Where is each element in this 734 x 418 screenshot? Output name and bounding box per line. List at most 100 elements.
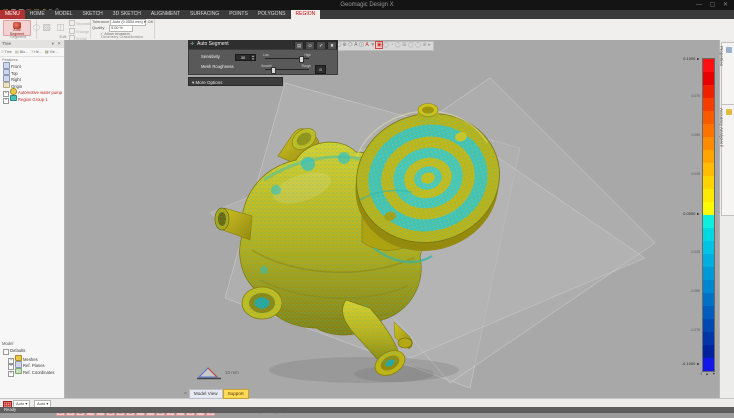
estimate-roughness-button[interactable]: ⊙ (315, 65, 326, 74)
ribbon-group-segment: Auto Segment ⬡ Segment (0, 19, 40, 39)
viewport[interactable] (64, 40, 719, 398)
legend-color-segment (703, 241, 714, 254)
properties-icon (726, 47, 732, 53)
ribbon-tab-bar: MENU HOME MODEL SKETCH 3D SKETCH ALIGNME… (0, 10, 734, 19)
tab-3d-sketch[interactable]: 3D SKETCH (108, 10, 146, 19)
legend-controls[interactable]: 1 ▲ ▼ (700, 372, 717, 376)
legend-tick: -0.075 (690, 328, 700, 332)
ribbon-group-geometry-classification: Tolerance Auto (0.0554 mm) ▾ OK Quality … (90, 19, 155, 39)
view-filter-button[interactable]: ▦ Vie... (43, 48, 59, 56)
tab-region[interactable]: REGION (290, 10, 321, 19)
tab-points[interactable]: POINTS (224, 10, 253, 19)
legend-color-segment (703, 150, 714, 163)
tolerance-ok-label: OK (147, 19, 154, 24)
legend-color-segment (703, 163, 714, 176)
tree-item-ref-coordinates[interactable]: + Ref. Coordinates (8, 367, 54, 377)
edit-group-label: Edit (59, 34, 67, 39)
view-more-icon[interactable]: ▸ (427, 42, 431, 48)
legend-color-segment (703, 319, 714, 332)
enlarge-icon (69, 27, 75, 34)
right-panel-tab-strip: Properties Accuracy Analyzer™ (719, 40, 734, 398)
legend-color-segment (703, 293, 714, 306)
more-options-expander[interactable]: ▾ More Options (188, 77, 283, 86)
quality-label: Quality (92, 25, 105, 30)
tab-accuracy-analyzer[interactable]: Accuracy Analyzer™ (719, 104, 734, 216)
window-controls[interactable]: — ▢ ✕ (696, 0, 731, 10)
tab-polygons[interactable]: POLYGONS (253, 10, 291, 19)
tab-home[interactable]: HOME (25, 10, 50, 19)
mesh-roughness-slider[interactable]: Smooth Rough (261, 64, 311, 74)
ribbon: Auto Segment ⬡ Segment ▧ ◫ Separate Enla… (0, 19, 734, 41)
tab-model[interactable]: MODEL (50, 10, 78, 19)
dialog-header[interactable]: ✛ Auto Segment ▤ ⊙ ✔ ✖ (188, 40, 338, 50)
expand-icon[interactable]: + (8, 370, 14, 377)
tab-menu[interactable]: MENU (0, 10, 25, 19)
legend-color-segment (703, 345, 714, 358)
window-title: Geomagic Design X (340, 2, 394, 8)
separate-button[interactable]: Separate (69, 20, 91, 28)
sensitivity-slider[interactable]: Low High (263, 53, 311, 63)
legend-color-segment (703, 59, 714, 72)
tab-surfacing[interactable]: SURFACING (185, 10, 224, 19)
viewport-toolbar: ⊗▱▢⊕⬡A◫A▼▣◯◔◯⊞◯◯⊕▸ (322, 41, 434, 51)
legend-color-segment (703, 358, 714, 371)
legend-color-segment (703, 202, 714, 215)
deviation-color-legend (702, 58, 715, 372)
left-panel: Tree ▾ ✕ ≡ Tree ▤ Blo... ? He... ▦ Vie..… (0, 40, 65, 398)
tree-item-region-group-1[interactable]: + Region Group 1 (3, 94, 48, 104)
sensitivity-spinner[interactable]: ▲ ▼ (250, 54, 256, 61)
slider-max-label: Rough (301, 64, 311, 68)
view-circle-icon[interactable]: ◯ (382, 42, 389, 48)
mesh-roughness-label: Mesh Roughness (201, 64, 234, 69)
mesh-roughness-slider-handle[interactable] (271, 66, 276, 74)
split-region-button[interactable]: ▧ (40, 21, 53, 34)
legend-tick: 0.050 (691, 133, 701, 137)
legend-color-segment (703, 124, 714, 137)
tree-filter-button[interactable]: ≡ Tree (0, 48, 14, 56)
viewport-3d-scene (209, 77, 656, 389)
legend-tick: -0.050 (690, 289, 700, 293)
legend-mid-label: 0.0000 ► (683, 211, 700, 216)
tab-sketch[interactable]: SKETCH (78, 10, 108, 19)
annotation-icon[interactable]: A (365, 42, 370, 48)
legend-color-segment (703, 267, 714, 280)
slider-min-label: Low (263, 53, 269, 57)
expand-icon[interactable]: + (3, 97, 9, 104)
tab-model-view[interactable]: Model View (188, 389, 223, 399)
help-filter-button[interactable]: ? He... (30, 48, 44, 56)
mirror-icon[interactable]: ◫ (358, 42, 364, 48)
tab-support[interactable]: Support (222, 389, 249, 399)
legend-color-segment (703, 111, 714, 124)
tab-alignment[interactable]: ALIGNMENT (146, 10, 185, 19)
left-panel-header-buttons[interactable]: ▾ ✕ (52, 40, 62, 48)
separate-icon (69, 20, 75, 26)
geometry-classification-group-label: Geometry Classification (100, 34, 144, 39)
ribbon-group-edit: ▧ ◫ Separate Enlarge Shrink Edit (36, 19, 91, 41)
legend-min-label: -0.1000 ► (681, 361, 700, 366)
legend-color-segment (703, 85, 714, 98)
legend-color-segment (703, 332, 714, 345)
legend-tick: -0.025 (690, 250, 700, 254)
left-panel-toolbar: ≡ Tree ▤ Blo... ? He... ▦ Vie... (0, 48, 64, 57)
sensitivity-input[interactable]: 30 (235, 54, 251, 61)
coordinates-icon (15, 367, 22, 374)
sensitivity-slider-handle[interactable] (299, 55, 304, 63)
legend-color-segment (703, 254, 714, 267)
merge-region-button[interactable]: ◫ (54, 21, 67, 34)
tab-properties[interactable]: Properties (719, 42, 734, 106)
legend-color-segment (703, 228, 714, 241)
scale-label: 10 mm (225, 370, 239, 376)
legend-color-segment (703, 306, 714, 319)
legend-color-segment (703, 72, 714, 85)
legend-color-segment (703, 98, 714, 111)
body-filter-button[interactable]: ▤ Blo... (14, 48, 30, 56)
status-message: Ready (4, 407, 17, 412)
region-group-icon (10, 94, 17, 101)
dialog-body: Sensitivity 30 ▲ ▼ Low High Mesh Roughnes… (188, 49, 338, 75)
view-circle5-icon[interactable]: ◯ (414, 42, 421, 48)
segment-group-label: Segment (9, 34, 26, 39)
legend-color-segment (703, 176, 714, 189)
view-tab-close-icon[interactable]: × (184, 391, 187, 397)
scale-indicator: 10 mm (196, 364, 239, 382)
accuracy-analyzer-icon (726, 109, 732, 115)
